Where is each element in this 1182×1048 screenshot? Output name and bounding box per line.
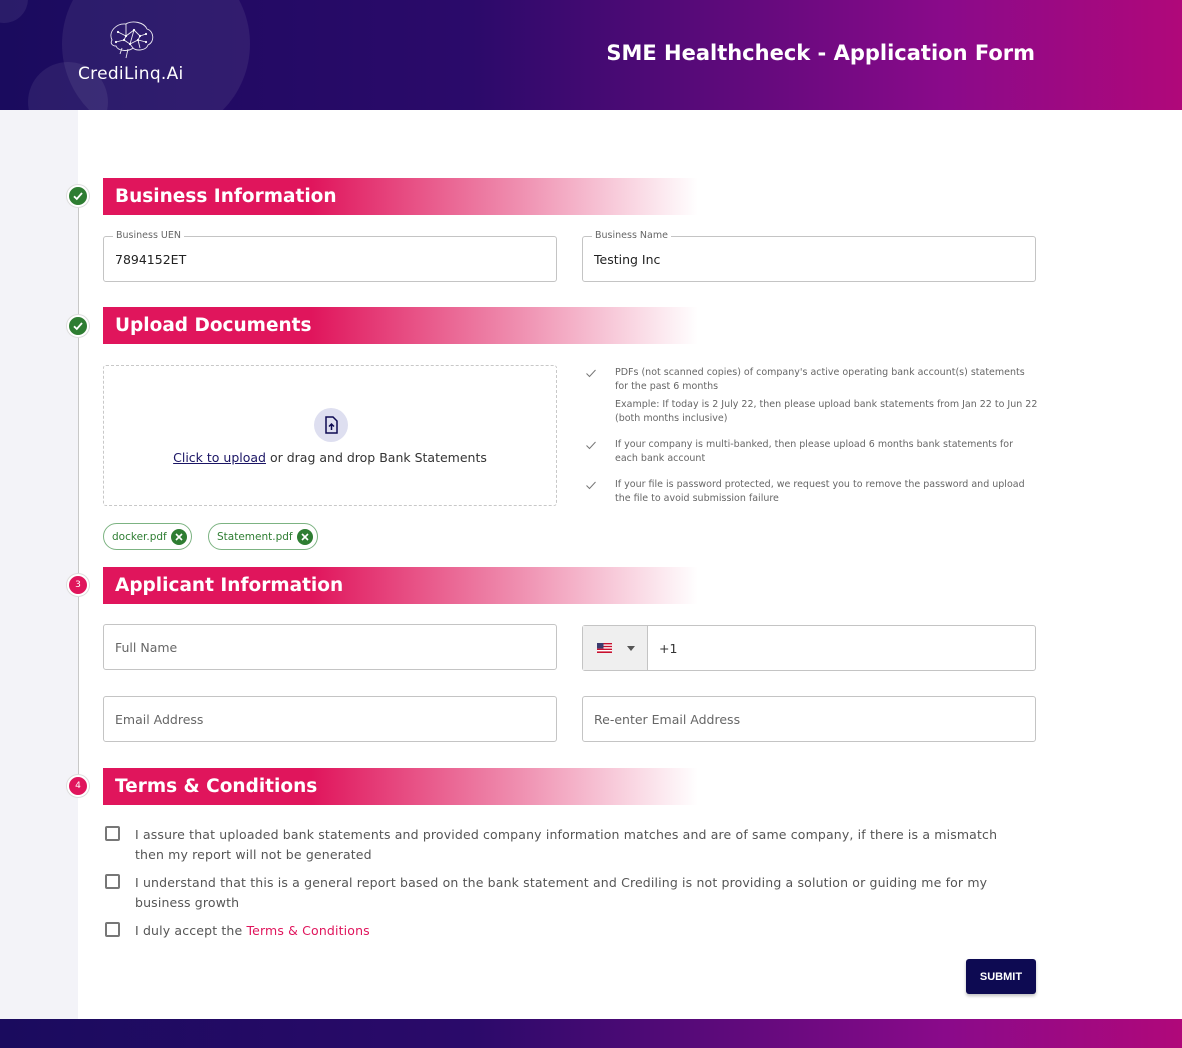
guideline-item: PDFs (not scanned copies) of company's a… bbox=[582, 366, 1038, 426]
phone-input[interactable]: +1 bbox=[582, 625, 1036, 671]
terms-text: I assure that uploaded bank statements a… bbox=[135, 827, 998, 862]
remove-file-icon[interactable] bbox=[170, 528, 187, 545]
app-header: CrediLinq.Ai SME Healthcheck - Applicati… bbox=[0, 0, 1182, 110]
app-footer bbox=[0, 1019, 1182, 1048]
upload-dropzone[interactable]: Click to upload or drag and drop Bank St… bbox=[103, 365, 557, 506]
brand-name: CrediLinq.Ai bbox=[78, 64, 184, 84]
guideline-item: If your file is password protected, we r… bbox=[582, 478, 1038, 506]
uploaded-file-chip[interactable]: Statement.pdf bbox=[208, 523, 318, 550]
checkbox[interactable] bbox=[105, 874, 120, 889]
check-icon bbox=[586, 441, 596, 450]
country-code-select[interactable] bbox=[583, 626, 648, 670]
uploaded-file-chip[interactable]: docker.pdf bbox=[103, 523, 192, 550]
terms-text: I understand that this is a general repo… bbox=[135, 875, 988, 910]
file-name: Statement.pdf bbox=[217, 530, 293, 543]
section-terms-conditions: Terms & Conditions bbox=[103, 768, 698, 805]
business-name-label: Business Name bbox=[592, 230, 671, 241]
terms-text: I duly accept the Terms & Conditions bbox=[135, 921, 1005, 941]
section-business-information: Business Information bbox=[103, 178, 698, 215]
us-flag-icon bbox=[597, 643, 612, 653]
full-name-placeholder: Full Name bbox=[115, 640, 178, 655]
section-applicant-information: Applicant Information bbox=[103, 567, 698, 604]
page-title: SME Healthcheck - Application Form bbox=[606, 41, 1035, 65]
guideline-text: If your company is multi-banked, then pl… bbox=[615, 439, 1013, 464]
file-name: docker.pdf bbox=[112, 530, 167, 543]
submit-button[interactable]: SUBMIT bbox=[966, 959, 1036, 994]
checkmark-icon bbox=[73, 192, 83, 201]
business-uen-label: Business UEN bbox=[113, 230, 184, 241]
business-name-field[interactable]: Business Name Testing Inc bbox=[582, 230, 1036, 282]
upload-instruction-rest: or drag and drop Bank Statements bbox=[265, 450, 487, 465]
guideline-example: Example: If today is 2 July 22, then ple… bbox=[615, 399, 1038, 424]
step-4-indicator: 4 bbox=[67, 775, 89, 797]
progress-timeline bbox=[78, 196, 79, 788]
email-input[interactable]: Email Address bbox=[103, 696, 557, 742]
click-to-upload-link[interactable]: Click to upload bbox=[173, 450, 266, 465]
business-uen-value: 7894152ET bbox=[115, 252, 187, 267]
brain-logo-icon bbox=[110, 21, 154, 59]
checkbox[interactable] bbox=[105, 826, 120, 841]
full-name-input[interactable]: Full Name bbox=[103, 624, 557, 670]
terms-item-2: I understand that this is a general repo… bbox=[105, 873, 1005, 913]
chevron-down-icon bbox=[627, 646, 635, 651]
upload-instruction: Click to upload or drag and drop Bank St… bbox=[104, 450, 556, 465]
header-decor-circle bbox=[0, 0, 28, 23]
checkbox[interactable] bbox=[105, 922, 120, 937]
step-1-complete-icon bbox=[67, 185, 89, 207]
upload-guidelines: PDFs (not scanned copies) of company's a… bbox=[582, 365, 1038, 506]
business-uen-field[interactable]: Business UEN 7894152ET bbox=[103, 230, 557, 282]
check-icon bbox=[586, 481, 596, 490]
reenter-email-input[interactable]: Re-enter Email Address bbox=[582, 696, 1036, 742]
terms-item-3: I duly accept the Terms & Conditions bbox=[105, 921, 1005, 941]
guideline-text: If your file is password protected, we r… bbox=[615, 479, 1025, 504]
business-name-value: Testing Inc bbox=[594, 252, 661, 267]
brand-logo[interactable]: CrediLinq.Ai bbox=[78, 18, 198, 88]
terms-conditions-link[interactable]: Terms & Conditions bbox=[246, 923, 369, 938]
section-upload-documents: Upload Documents bbox=[103, 307, 698, 344]
checkmark-icon bbox=[73, 322, 83, 331]
phone-code-value: +1 bbox=[659, 641, 678, 656]
email-placeholder: Email Address bbox=[115, 712, 204, 727]
check-icon bbox=[586, 369, 596, 378]
remove-file-icon[interactable] bbox=[296, 528, 313, 545]
reenter-email-placeholder: Re-enter Email Address bbox=[594, 712, 741, 727]
terms-accept-prefix: I duly accept the bbox=[135, 923, 247, 938]
terms-item-1: I assure that uploaded bank statements a… bbox=[105, 825, 1005, 865]
guideline-text: PDFs (not scanned copies) of company's a… bbox=[615, 367, 1025, 392]
left-gutter bbox=[0, 110, 78, 1019]
step-2-complete-icon bbox=[67, 315, 89, 337]
step-3-indicator: 3 bbox=[67, 574, 89, 596]
guideline-item: If your company is multi-banked, then pl… bbox=[582, 438, 1038, 466]
upload-file-icon bbox=[314, 408, 348, 442]
